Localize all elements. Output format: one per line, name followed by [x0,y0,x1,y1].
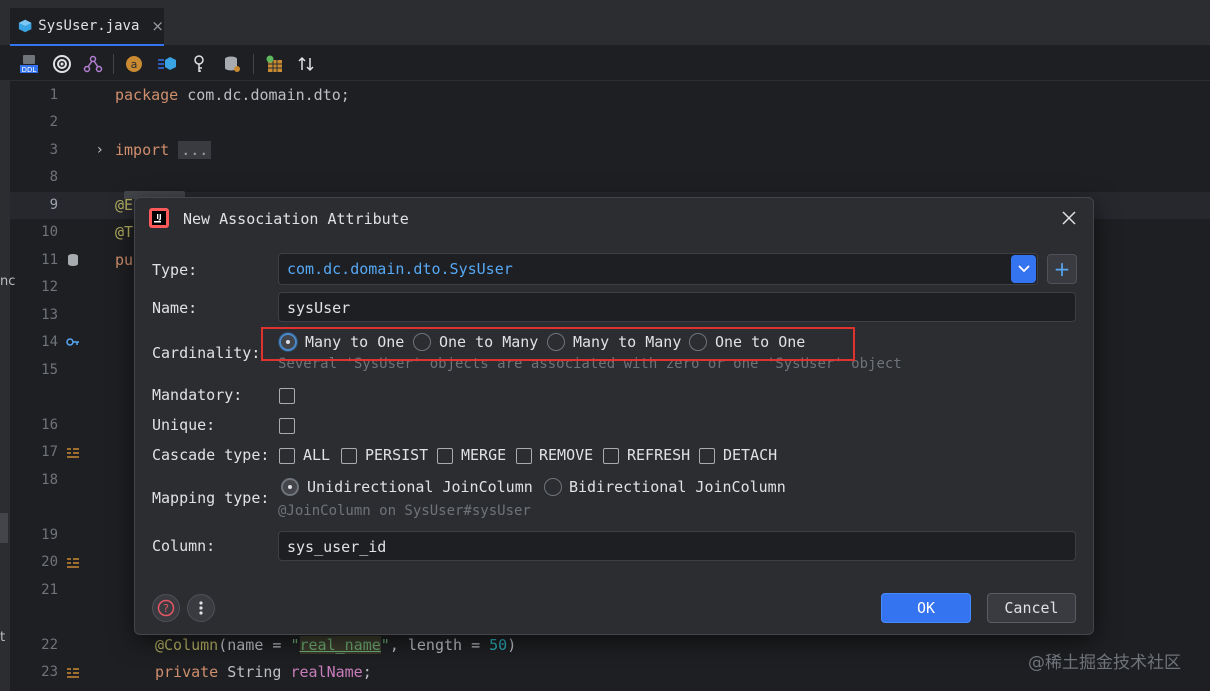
line-number: 10 [41,224,58,240]
cascade-refresh-label[interactable]: REFRESH [627,446,690,464]
name-label: Name: [152,299,198,317]
ok-button[interactable]: OK [881,593,971,623]
line-number: 8 [49,169,58,185]
toolbar-separator [113,54,114,74]
cascade-type-label: Cascade type: [152,446,270,464]
code-line[interactable]: import ... [115,137,212,164]
cascade-detach-label[interactable]: DETACH [723,446,777,464]
unique-checkbox[interactable] [279,418,295,434]
line-number: 12 [41,279,58,295]
embeddable-icon[interactable] [156,53,178,75]
svg-text:IJ: IJ [156,213,161,221]
code-line[interactable]: pu [115,247,133,274]
line-number: 14 [41,334,58,350]
cardinality-label: Cardinality: [152,344,261,362]
database-icon[interactable] [66,253,80,267]
column-icon[interactable] [66,665,80,679]
column-icon[interactable] [66,445,80,459]
type-combobox[interactable]: com.dc.domain.dto.SysUser [278,253,1038,285]
cascade-refresh-checkbox[interactable] [603,448,619,464]
editor-tab-bar: SysUser.java × [0,0,1210,46]
mandatory-checkbox[interactable] [279,388,295,404]
ddl-icon[interactable]: DDL [18,53,40,75]
code-line[interactable]: package com.dc.domain.dto; [115,82,350,109]
code-line[interactable]: @T [115,219,133,246]
tab-label: SysUser.java [38,18,140,34]
cascade-all-label[interactable]: ALL [303,446,330,464]
jpa-toolbar: DDL a [0,47,1210,81]
type-label: Type: [152,261,198,279]
mandatory-label: Mandatory: [152,386,243,404]
line-number: 3 [49,142,58,158]
cascade-all-checkbox[interactable] [279,448,295,464]
cascade-persist-label[interactable]: PERSIST [365,446,428,464]
folded-imports[interactable]: ... [178,141,212,159]
line-number: 13 [41,307,58,323]
line-number: 2 [49,114,58,130]
radio-unidirectional-joincolumn[interactable] [281,478,299,496]
watermark: @稀土掘金技术社区 [1028,653,1181,673]
cancel-button[interactable]: Cancel [987,593,1076,623]
line-number: 23 [41,664,58,680]
unique-label: Unique: [152,416,216,434]
mapping-type-label: Mapping type: [152,489,270,507]
java-class-icon [18,19,32,33]
table-icon[interactable] [263,53,285,75]
column-field[interactable]: sys_user_id [278,531,1076,561]
name-field[interactable]: sysUser [278,292,1076,322]
cascade-remove-checkbox[interactable] [516,448,532,464]
more-options-icon[interactable] [187,594,215,622]
svg-text:DDL: DDL [22,66,37,74]
line-number: 19 [41,527,58,543]
line-number: 16 [41,417,58,433]
scroll-marker[interactable] [0,513,8,543]
toolbar-separator [253,54,254,74]
line-number: 22 [41,637,58,653]
annotation-red-box [261,327,855,361]
dialog-title: New Association Attribute [183,210,409,228]
chevron-right-icon[interactable]: › [97,137,103,164]
code-line[interactable]: private String realName; [155,659,372,686]
column-icon[interactable] [66,555,80,569]
tab-sysuser-java[interactable]: SysUser.java × [10,8,164,46]
add-type-button[interactable]: + [1047,254,1077,284]
line-number: 18 [41,472,58,488]
svg-text:?: ? [163,602,169,615]
code-line[interactable]: @Column(name = "real_name", length = 50) [155,632,516,659]
cascade-persist-checkbox[interactable] [341,448,357,464]
sort-icon[interactable] [295,53,317,75]
column-label: Column: [152,537,216,555]
database-icon[interactable] [221,53,243,75]
cascade-merge-label[interactable]: MERGE [461,446,506,464]
key-icon[interactable] [188,53,210,75]
truncated-side-label: t [0,630,6,645]
line-number: 11 [41,252,58,268]
left-tool-strip: nc t [0,47,15,691]
mapping-hint: @JoinColumn on SysUser#sysUser [278,503,531,519]
target-icon[interactable] [51,53,73,75]
svg-text:a: a [131,58,138,71]
option-unidirectional-label[interactable]: Unidirectional JoinColumn [307,478,533,496]
line-number: 20 [41,554,58,570]
close-icon[interactable] [1057,206,1081,230]
attribute-icon[interactable]: a [123,53,145,75]
line-number: 21 [41,582,58,598]
line-number: 1 [49,87,58,103]
diagram-icon[interactable] [82,53,104,75]
radio-bidirectional-joincolumn[interactable] [544,478,562,496]
key-icon[interactable] [66,335,80,349]
chevron-down-icon[interactable] [1011,255,1036,283]
line-number: 15 [41,362,58,378]
line-number: 17 [41,444,58,460]
cascade-remove-label[interactable]: REMOVE [539,446,593,464]
new-association-attribute-dialog: IJ New Association Attribute Type: com.d… [134,197,1094,635]
option-bidirectional-label[interactable]: Bidirectional JoinColumn [569,478,786,496]
cascade-detach-checkbox[interactable] [699,448,715,464]
help-icon[interactable]: ? [152,594,180,622]
cascade-merge-checkbox[interactable] [437,448,453,464]
intellij-logo-icon: IJ [149,208,169,228]
line-number: 9 [49,197,58,213]
close-icon[interactable]: × [151,17,164,35]
